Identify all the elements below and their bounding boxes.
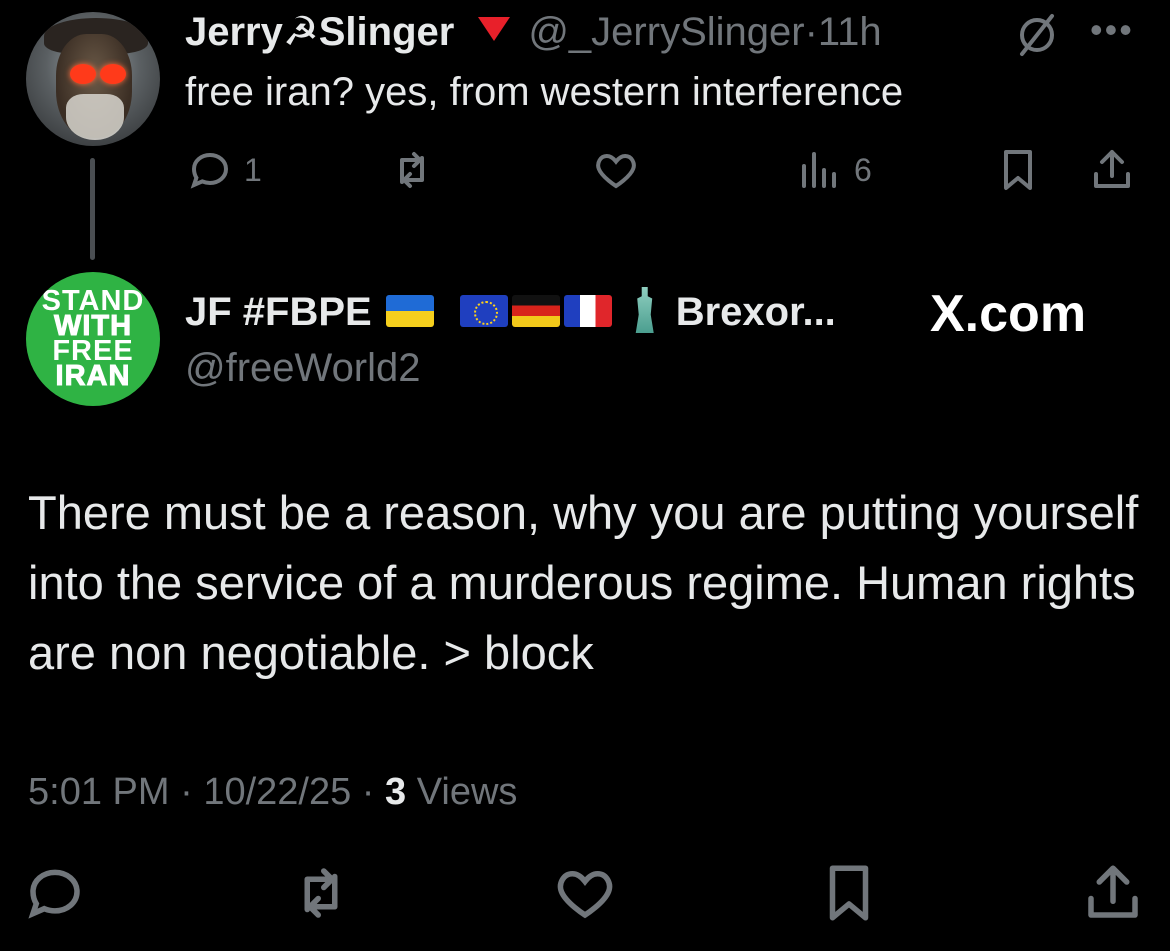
watermark: X.com	[930, 285, 1087, 343]
avatar-text-line: IRAN	[55, 360, 131, 392]
tweet-text: There must be a reason, why you are putt…	[28, 486, 1139, 679]
retweet-icon	[400, 152, 424, 188]
eu-flag-icon	[459, 295, 508, 327]
bookmark-button[interactable]	[816, 860, 882, 926]
display-name[interactable]: Jerry☭Slinger	[185, 10, 454, 54]
reply-button[interactable]	[22, 860, 88, 926]
share-icon	[1088, 865, 1138, 918]
tweet-header: JF #FBPE Brexor...	[185, 284, 836, 340]
user-handle[interactable]: @freeWorld2	[185, 340, 421, 396]
like-button[interactable]	[552, 860, 618, 926]
share-button[interactable]	[1080, 860, 1146, 926]
like-icon	[557, 870, 613, 919]
more-icon[interactable]: •••	[1090, 10, 1134, 50]
retweet-button[interactable]	[388, 144, 436, 196]
bookmark-icon	[1004, 150, 1032, 190]
like-button[interactable]	[592, 144, 640, 196]
retweet-icon	[304, 868, 338, 918]
bookmark-icon	[829, 865, 869, 921]
like-icon	[596, 153, 636, 189]
reply-icon	[28, 869, 80, 919]
views-label: Views	[416, 771, 518, 813]
reply-icon	[190, 152, 229, 189]
germany-flag-icon	[511, 295, 560, 327]
tweet-text: free iran? yes, from western interferenc…	[185, 70, 904, 114]
tweet-date[interactable]: 10/22/25	[203, 771, 351, 813]
tweet-time[interactable]: 5:01 PM	[28, 771, 170, 813]
views-count: 3	[385, 771, 407, 813]
avatar[interactable]: STAND WITH FREE IRAN	[26, 272, 160, 406]
thread-connector	[90, 158, 95, 260]
bookmark-button[interactable]	[994, 144, 1042, 196]
statue-of-liberty-icon	[635, 287, 654, 333]
views-button[interactable]: 6	[796, 144, 872, 196]
reply-button[interactable]: 1	[186, 144, 262, 196]
views-icon	[802, 152, 836, 188]
tweet-meta: 5:01 PM · 10/22/25 · 3 Views	[28, 764, 517, 820]
share-button[interactable]	[1088, 144, 1136, 196]
separator: ·	[804, 10, 818, 54]
tweet-header: Jerry☭Slinger @_JerrySlinger·11h	[185, 4, 882, 60]
reply-count: 1	[244, 151, 262, 188]
avatar[interactable]	[26, 12, 160, 146]
france-flag-icon	[563, 295, 612, 327]
display-name-suffix[interactable]: Brexor...	[676, 290, 836, 334]
timestamp[interactable]: 11h	[818, 10, 882, 54]
red-triangle-icon	[478, 17, 511, 41]
display-name[interactable]: JF #FBPE	[185, 290, 372, 334]
retweet-button[interactable]	[288, 860, 354, 926]
views-count: 6	[854, 151, 872, 188]
user-handle[interactable]: @_JerrySlinger	[528, 10, 804, 54]
share-icon	[1094, 150, 1130, 188]
ukraine-flag-icon	[385, 295, 434, 327]
separator: ·	[361, 771, 375, 813]
grok-icon[interactable]	[1012, 10, 1062, 60]
separator: ·	[180, 771, 193, 813]
